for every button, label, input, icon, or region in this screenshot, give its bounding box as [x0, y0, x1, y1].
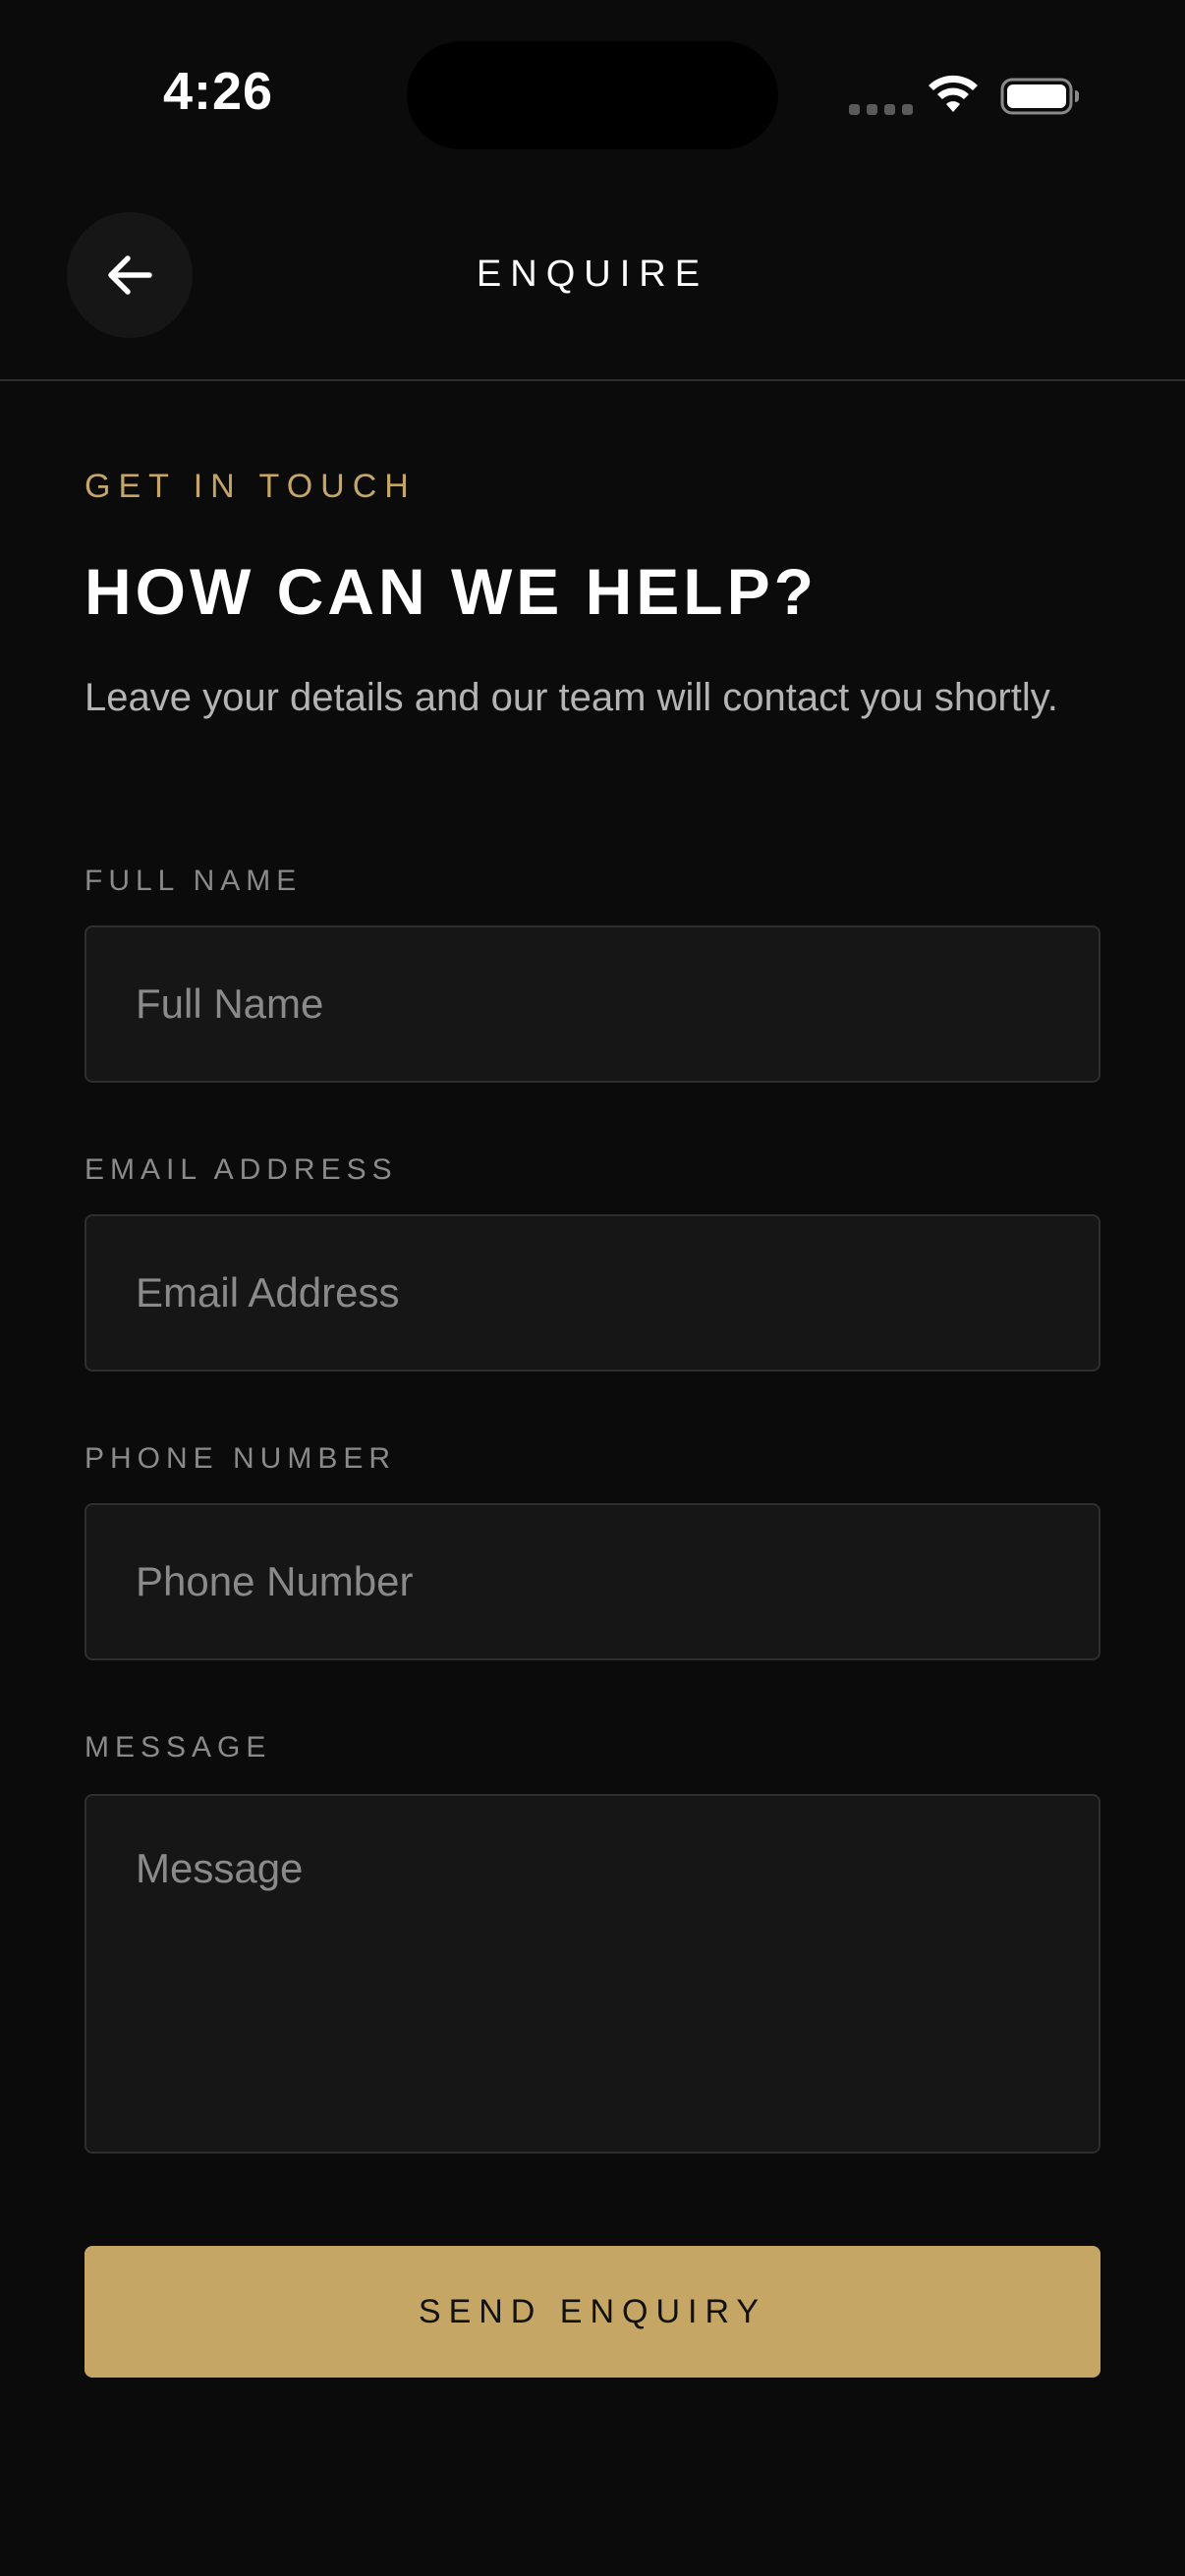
page-title: HOW CAN WE HELP? [85, 555, 818, 628]
navigation-header: ENQUIRE [0, 187, 1185, 381]
enquire-screen: 4:26 ENQUIRE GET IN TOUCH HOW CAN WE HEL… [0, 0, 1185, 2576]
page-header-title: ENQUIRE [476, 253, 709, 295]
dynamic-island [407, 41, 778, 149]
email-address-label: EMAIL ADDRESS [85, 1153, 398, 1186]
status-time: 4:26 [163, 62, 274, 121]
wifi-icon [929, 75, 978, 112]
phone-number-input[interactable] [85, 1503, 1100, 1660]
send-enquiry-button[interactable]: SEND ENQUIRY [85, 2246, 1100, 2378]
full-name-input[interactable] [85, 925, 1100, 1083]
cellular-signal-icon [849, 104, 913, 115]
message-textarea[interactable] [85, 1794, 1100, 2154]
status-bar: 4:26 [0, 0, 1185, 187]
phone-number-label: PHONE NUMBER [85, 1442, 397, 1475]
section-eyebrow: GET IN TOUCH [85, 468, 417, 505]
message-label: MESSAGE [85, 1731, 272, 1764]
battery-icon [1000, 78, 1079, 115]
full-name-label: FULL NAME [85, 865, 303, 897]
email-address-input[interactable] [85, 1214, 1100, 1372]
page-subtitle: Leave your details and our team will con… [85, 676, 1058, 719]
